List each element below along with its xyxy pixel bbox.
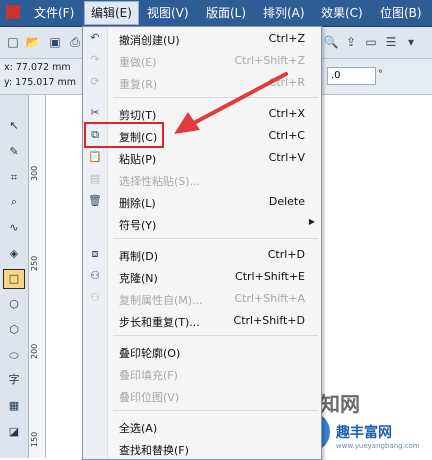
menu-item-label: 选择性粘贴(S)... xyxy=(119,175,201,188)
menu-separator xyxy=(113,335,318,336)
pick-tool-icon[interactable]: ↖ xyxy=(5,117,23,135)
ruler-label: 200 xyxy=(30,343,39,359)
export-icon[interactable]: ⇪ xyxy=(342,33,360,51)
ruler-label: 250 xyxy=(30,255,39,271)
menu-item-label: 叠印位图(V) xyxy=(119,391,180,404)
chevron-down-icon[interactable]: ▾ xyxy=(402,33,420,51)
ellipse-tool-icon[interactable]: ○ xyxy=(5,295,23,313)
menu-item-redo[interactable]: ↷ 重做(E) Ctrl+Shift+Z xyxy=(83,50,321,72)
vertical-ruler: 300 250 200 150 xyxy=(29,95,46,458)
highlight-box xyxy=(84,122,164,148)
menu-item-label: 叠印轮廓(O) xyxy=(119,347,181,360)
redo-icon: ↷ xyxy=(90,53,100,66)
menu-item-duplicate[interactable]: ⧈ 再制(D) Ctrl+D xyxy=(83,244,321,266)
menu-item-label: 撤消创建(U) xyxy=(119,34,180,47)
options-icon[interactable]: ☰ xyxy=(382,33,400,51)
zoom-tool-icon[interactable]: ⌕ xyxy=(5,193,23,211)
menu-item-paste[interactable]: 📋 粘贴(P) Ctrl+V xyxy=(83,147,321,169)
open-folder-icon[interactable]: 📂 xyxy=(24,33,42,51)
basic-shapes-icon[interactable]: ⬭ xyxy=(5,347,23,365)
menu-item-paste-special[interactable]: ▤ 选择性粘贴(S)... xyxy=(83,169,321,191)
menu-item-shortcut: Ctrl+V xyxy=(268,151,305,164)
menu-item-find-replace[interactable]: 查找和替换(F) xyxy=(83,438,321,460)
submenu-arrow-icon: ▶ xyxy=(308,217,315,226)
menu-item-label: 复制属性自(M)... xyxy=(119,294,203,307)
menu-item-shortcut: Ctrl+Shift+D xyxy=(233,314,305,327)
menu-item-select-all[interactable]: 全选(A) xyxy=(83,416,321,438)
menu-item-shortcut: Ctrl+Z xyxy=(268,32,305,45)
y-position[interactable]: y: 175.017 mm xyxy=(4,77,76,88)
menu-item-label: 叠印填充(F) xyxy=(119,369,178,382)
menu-item-step-repeat[interactable]: 步长和重复(T)... Ctrl+Shift+D xyxy=(83,310,321,332)
menu-separator xyxy=(113,238,318,239)
menu-item-symbol[interactable]: 符号(Y) ▶ xyxy=(83,213,321,235)
menu-item-shortcut: Ctrl+Shift+E xyxy=(235,270,305,283)
freehand-tool-icon[interactable]: ∿ xyxy=(5,219,23,237)
menu-item-label: 删除(L) xyxy=(119,197,156,210)
paste-special-icon: ▤ xyxy=(89,172,101,185)
menu-item-label: 查找和替换(F) xyxy=(119,444,189,457)
paste-icon: 📋 xyxy=(88,150,102,163)
menu-item-label: 重复(R) xyxy=(119,78,158,91)
app-icon[interactable] xyxy=(6,5,20,19)
menu-item-label: 步长和重复(T)... xyxy=(119,316,200,329)
duplicate-icon: ⧈ xyxy=(91,247,99,260)
menu-edit[interactable]: 编辑(E) xyxy=(84,1,139,25)
menu-item-overprint-outline[interactable]: 叠印轮廓(O) xyxy=(83,341,321,363)
copy-properties-icon: ⚇ xyxy=(90,291,100,304)
table-tool-icon[interactable]: ▦ xyxy=(5,397,23,415)
undo-icon: ↶ xyxy=(90,31,100,44)
scissors-icon: ✂ xyxy=(90,106,100,119)
menu-item-shortcut: Ctrl+Shift+Z xyxy=(234,54,305,67)
x-position[interactable]: x: 77.072 mm xyxy=(4,62,71,73)
ruler-label: 300 xyxy=(30,165,39,181)
save-icon[interactable]: ▣ xyxy=(46,33,64,51)
menu-item-label: 克隆(N) xyxy=(119,272,158,285)
badge-text: 趣丰富网 xyxy=(336,425,392,441)
smart-fill-icon[interactable]: ◈ xyxy=(5,245,23,263)
menu-item-label: 再制(D) xyxy=(119,250,159,263)
menu-layout[interactable]: 版面(L) xyxy=(200,0,252,26)
menu-item-label: 重做(E) xyxy=(119,56,157,69)
menu-item-label: 符号(Y) xyxy=(119,219,157,232)
menu-bar: 文件(F) 编辑(E) 视图(V) 版面(L) 排列(A) 效果(C) 位图(B… xyxy=(0,0,432,27)
text-tool-icon[interactable]: 字 xyxy=(5,371,23,389)
menu-item-clone[interactable]: ⚇ 克隆(N) Ctrl+Shift+E xyxy=(83,266,321,288)
toolbox: ↖ ✎ ⌗ ⌕ ∿ ◈ □ ○ ⬡ ⬭ 字 ▦ ◪ xyxy=(0,95,29,458)
angle-field[interactable]: .0 xyxy=(327,67,376,85)
menu-item-label: 剪切(T) xyxy=(119,109,157,122)
clone-icon: ⚇ xyxy=(90,269,100,282)
rectangle-tool-icon[interactable]: □ xyxy=(3,269,25,289)
zoom-icon[interactable]: 🔍 xyxy=(322,33,340,51)
menu-file[interactable]: 文件(F) xyxy=(28,0,80,26)
menu-item-delete[interactable]: 🗑 删除(L) Delete xyxy=(83,191,321,213)
menu-item-shortcut: Delete xyxy=(268,195,305,208)
menu-view[interactable]: 视图(V) xyxy=(141,0,195,26)
menu-item-label: 粘贴(P) xyxy=(119,153,157,166)
menu-item-label: 全选(A) xyxy=(119,422,158,435)
shape-tool-icon[interactable]: ✎ xyxy=(5,143,23,161)
menu-item-shortcut: Ctrl+D xyxy=(267,248,305,261)
menu-separator xyxy=(113,410,318,411)
menu-bitmaps[interactable]: 位图(B) xyxy=(374,0,428,26)
menu-item-overprint-fill[interactable]: 叠印填充(F) xyxy=(83,363,321,385)
menu-arrange[interactable]: 排列(A) xyxy=(257,0,311,26)
menu-item-copy-properties[interactable]: ⚇ 复制属性自(M)... Ctrl+Shift+A xyxy=(83,288,321,310)
annotation-arrow-icon xyxy=(174,72,288,134)
menu-item-overprint-bitmap[interactable]: 叠印位图(V) xyxy=(83,385,321,407)
ruler-label: 150 xyxy=(30,431,39,447)
crop-tool-icon[interactable]: ⌗ xyxy=(5,169,23,187)
new-doc-icon[interactable]: □ xyxy=(4,33,22,51)
trash-icon: 🗑 xyxy=(88,194,102,207)
menu-item-shortcut: Ctrl+Shift+A xyxy=(234,292,305,305)
repeat-icon: ⟳ xyxy=(90,75,100,88)
angle-unit: ° xyxy=(378,69,383,80)
fill-tool-icon[interactable]: ◪ xyxy=(5,423,23,441)
badge-url: www.yueyangbang.com xyxy=(336,442,420,450)
menu-effects[interactable]: 效果(C) xyxy=(315,0,369,26)
menu-item-undo[interactable]: ↶ 撤消创建(U) Ctrl+Z xyxy=(83,28,321,50)
polygon-tool-icon[interactable]: ⬡ xyxy=(5,321,23,339)
screen-icon[interactable]: ▭ xyxy=(362,33,380,51)
